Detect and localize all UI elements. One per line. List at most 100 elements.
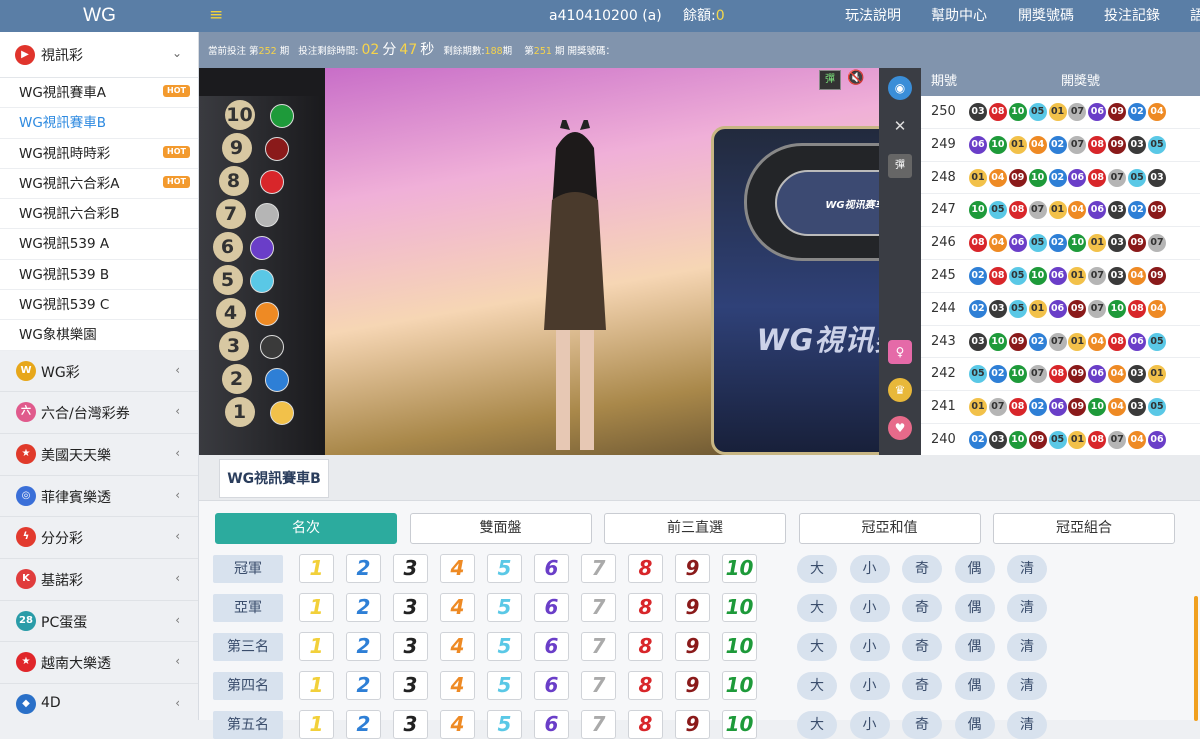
option-button[interactable]: 清 — [1007, 711, 1047, 739]
option-button[interactable]: 清 — [1007, 672, 1047, 700]
option-button[interactable]: 小 — [849, 594, 890, 622]
option-button[interactable]: 清 — [1007, 594, 1047, 622]
category-video-lottery[interactable]: ▶ 視訊彩 ⌄ — [0, 32, 198, 78]
number-button[interactable]: 10 — [722, 554, 757, 583]
option-button[interactable]: 奇 — [902, 711, 942, 739]
scrollbar[interactable] — [1194, 596, 1198, 721]
host-profile-icon[interactable]: ♀ — [888, 340, 912, 364]
option-button[interactable]: 清 — [1007, 633, 1047, 661]
number-button[interactable]: 5 — [487, 632, 522, 661]
nav-bet-records[interactable]: 投注記錄 — [1104, 0, 1160, 32]
option-button[interactable]: 清 — [1007, 555, 1047, 583]
bet-tab[interactable]: 冠亞和值 — [798, 513, 981, 544]
number-button[interactable]: 7 — [581, 710, 616, 739]
number-button[interactable]: 4 — [440, 593, 475, 622]
sidebar-item[interactable]: WG象棋樂園 — [0, 320, 198, 351]
bet-tab[interactable]: 名次 — [215, 513, 397, 544]
number-button[interactable]: 10 — [722, 710, 757, 739]
number-button[interactable]: 2 — [346, 593, 381, 622]
option-button[interactable]: 奇 — [902, 555, 942, 583]
number-button[interactable]: 5 — [487, 593, 522, 622]
number-button[interactable]: 3 — [393, 671, 428, 700]
option-button[interactable]: 大 — [797, 672, 837, 700]
bet-tab[interactable]: 冠亞組合 — [993, 513, 1175, 544]
number-button[interactable]: 4 — [440, 671, 475, 700]
number-button[interactable]: 2 — [346, 632, 381, 661]
number-button[interactable]: 3 — [393, 554, 428, 583]
sidebar-item[interactable]: WG視訊539 C — [0, 290, 198, 321]
option-button[interactable]: 偶 — [954, 711, 995, 739]
sidebar-item[interactable]: WG視訊539 B — [0, 259, 198, 291]
sidebar-category[interactable]: ★ 越南大樂透 ‹ — [0, 642, 198, 685]
sidebar-category[interactable]: ◎ 菲律賓樂透 ‹ — [0, 475, 198, 518]
sidebar-category[interactable]: ϟ 分分彩 ‹ — [0, 517, 198, 560]
sidebar-category[interactable]: 28 PC蛋蛋 ‹ — [0, 600, 198, 643]
number-button[interactable]: 5 — [487, 671, 522, 700]
bet-tab[interactable]: 雙面盤 — [409, 513, 592, 544]
nav-rules[interactable]: 玩法說明 — [845, 0, 901, 32]
number-button[interactable]: 6 — [534, 710, 569, 739]
live-video-stream[interactable]: 10987654321 WG视讯赛车 WG視讯赛车 彈 🔇 — [199, 68, 879, 455]
sidebar-item[interactable]: WG視訊賽車A HOT — [0, 78, 198, 109]
option-button[interactable]: 偶 — [954, 594, 995, 622]
number-button[interactable]: 9 — [675, 593, 710, 622]
option-button[interactable]: 偶 — [954, 633, 995, 661]
number-button[interactable]: 3 — [393, 593, 428, 622]
number-button[interactable]: 1 — [299, 632, 334, 661]
danmaku-icon[interactable]: 彈 — [819, 70, 841, 90]
nav-help[interactable]: 幫助中心 — [931, 0, 987, 32]
signal-icon[interactable]: ◉ — [888, 76, 912, 100]
bet-tab[interactable]: 前三直選 — [604, 513, 786, 544]
option-button[interactable]: 偶 — [954, 555, 995, 583]
number-button[interactable]: 1 — [299, 593, 334, 622]
mute-icon[interactable]: 🔇 — [847, 70, 864, 86]
number-button[interactable]: 5 — [487, 554, 522, 583]
number-button[interactable]: 2 — [346, 554, 381, 583]
heart-icon[interactable]: ♥ — [888, 416, 912, 440]
number-button[interactable]: 4 — [440, 554, 475, 583]
option-button[interactable]: 小 — [849, 672, 890, 700]
sidebar-category[interactable]: 六六合/台灣彩券 ‹ — [0, 392, 198, 435]
number-button[interactable]: 6 — [534, 554, 569, 583]
number-button[interactable]: 7 — [581, 671, 616, 700]
sidebar-item[interactable]: WG視訊時時彩 HOT — [0, 138, 198, 169]
option-button[interactable]: 大 — [797, 555, 837, 583]
number-button[interactable]: 9 — [675, 554, 710, 583]
menu-icon[interactable]: ≡ — [209, 4, 223, 26]
number-button[interactable]: 7 — [581, 593, 616, 622]
sidebar-item[interactable]: WG視訊六合彩B — [0, 199, 198, 230]
crown-icon[interactable]: ♛ — [888, 378, 912, 402]
number-button[interactable]: 7 — [581, 632, 616, 661]
option-button[interactable]: 小 — [849, 555, 890, 583]
sidebar-category[interactable]: W WG彩 ‹ — [0, 350, 198, 393]
nav-language[interactable]: 語 — [1190, 0, 1200, 32]
option-button[interactable]: 大 — [797, 711, 837, 739]
number-button[interactable]: 9 — [675, 632, 710, 661]
option-button[interactable]: 奇 — [902, 594, 942, 622]
number-button[interactable]: 7 — [581, 554, 616, 583]
number-button[interactable]: 9 — [675, 671, 710, 700]
number-button[interactable]: 8 — [628, 671, 663, 700]
nav-draw-numbers[interactable]: 開獎號碼 — [1018, 0, 1074, 32]
number-button[interactable]: 6 — [534, 593, 569, 622]
number-button[interactable]: 5 — [487, 710, 522, 739]
sound-off-icon[interactable]: ✕ — [888, 114, 912, 138]
number-button[interactable]: 8 — [628, 593, 663, 622]
number-button[interactable]: 10 — [722, 632, 757, 661]
sidebar-item[interactable]: WG視訊六合彩A HOT — [0, 168, 198, 200]
number-button[interactable]: 8 — [628, 632, 663, 661]
number-button[interactable]: 8 — [628, 554, 663, 583]
sidebar-item[interactable]: WG視訊賽車B — [0, 108, 198, 139]
danmaku-toggle-icon[interactable]: 彈 — [888, 154, 912, 178]
option-button[interactable]: 大 — [797, 594, 837, 622]
number-button[interactable]: 10 — [722, 593, 757, 622]
option-button[interactable]: 小 — [849, 711, 890, 739]
number-button[interactable]: 1 — [299, 710, 334, 739]
sidebar-item[interactable]: WG視訊539 A — [0, 229, 198, 260]
game-tab[interactable]: WG視訊賽車B — [219, 459, 329, 498]
sidebar-category[interactable]: ◆ 4D ‹ — [0, 684, 198, 720]
option-button[interactable]: 大 — [797, 633, 837, 661]
option-button[interactable]: 小 — [849, 633, 890, 661]
number-button[interactable]: 3 — [393, 632, 428, 661]
option-button[interactable]: 偶 — [954, 672, 995, 700]
